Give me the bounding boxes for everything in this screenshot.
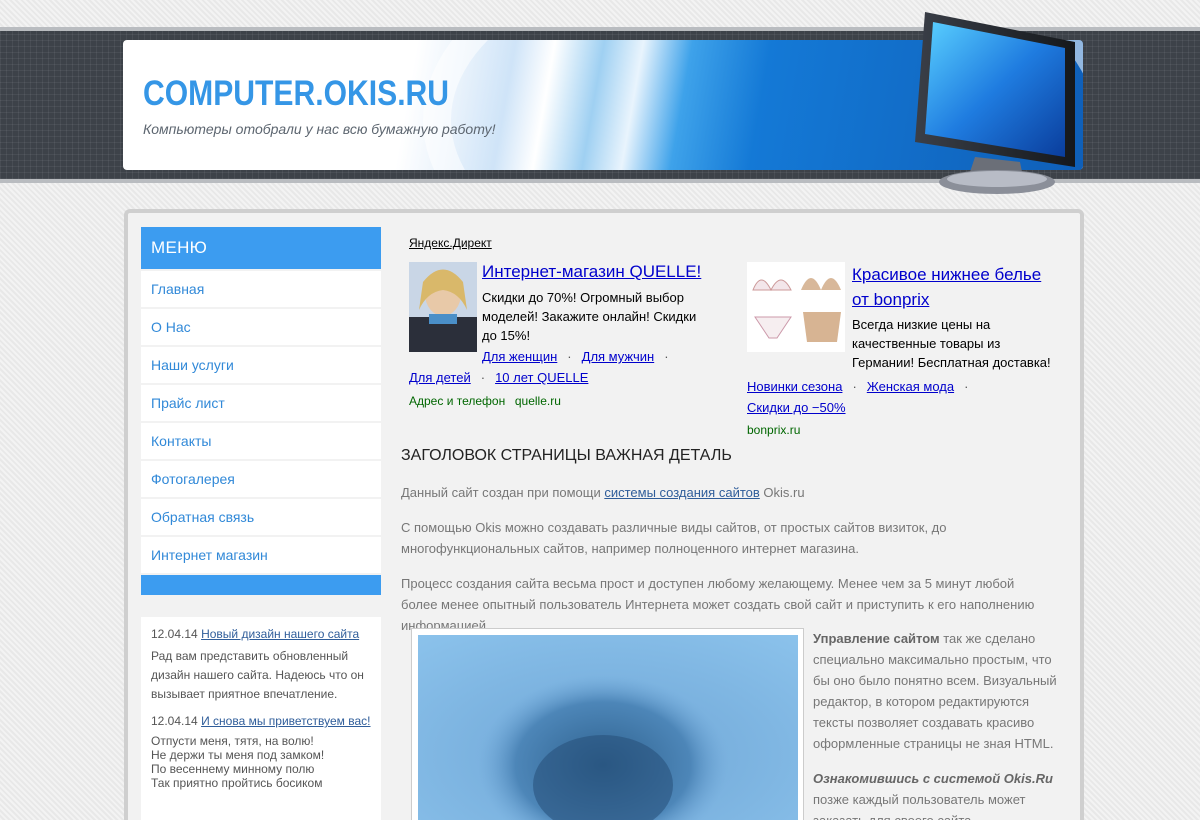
menu-item-gallery[interactable]: Фотогалерея: [141, 461, 381, 497]
news-item: 12.04.14 Новый дизайн нашего сайта Рад в…: [151, 627, 371, 704]
site-slogan: Компьютеры отобрали у нас всю бумажную р…: [143, 121, 496, 137]
menu-item-feedback[interactable]: Обратная связь: [141, 499, 381, 535]
ad-bonprix-link-new[interactable]: Новинки сезона: [747, 379, 842, 394]
poem-line: По весеннему минному полю: [151, 762, 315, 776]
ad-bonprix-title[interactable]: Красивое нижнее белье от bonprix: [852, 262, 1057, 312]
site-title[interactable]: COMPUTER.OKIS.RU: [143, 74, 449, 114]
ad-bonprix-link-women[interactable]: Женская мода: [867, 379, 954, 394]
ad-quelle-link-men[interactable]: Для мужчин: [582, 349, 655, 364]
separator-dot: ·: [964, 379, 969, 394]
menu-item-about[interactable]: О Нас: [141, 309, 381, 345]
ad-quelle-link-10years[interactable]: 10 лет QUELLE: [495, 370, 588, 385]
ad-bonprix-text: Всегда низкие цены на качественные товар…: [852, 317, 1051, 370]
menu-item-price-list[interactable]: Прайс лист: [141, 385, 381, 421]
content-paragraph: Процесс создания сайта весьма прост и до…: [401, 576, 1035, 633]
side-text: Управление сайтом так же сделано специал…: [813, 628, 1058, 820]
ad-quelle-address-link[interactable]: Адрес и телефон: [409, 394, 505, 408]
news-text: Рад вам представить обновленный дизайн н…: [151, 649, 364, 701]
ad-bonprix-image[interactable]: [747, 262, 845, 352]
separator-dot: ·: [664, 349, 669, 364]
ad-quelle-link-kids[interactable]: Для детей: [409, 370, 471, 385]
ad-quelle-image[interactable]: [409, 262, 477, 352]
ad-quelle-title[interactable]: Интернет-магазин QUELLE!: [482, 262, 709, 282]
side-bold: Управление сайтом: [813, 631, 940, 646]
side-paragraph: Управление сайтом так же сделано специал…: [813, 628, 1058, 754]
menu-heading: МЕНЮ: [141, 227, 381, 269]
news-item: 12.04.14 И снова мы приветствуем вас! От…: [151, 714, 371, 790]
ad-quelle-link-women[interactable]: Для женщин: [482, 349, 557, 364]
menu-item-home[interactable]: Главная: [141, 271, 381, 307]
content-paragraph: Данный сайт создан при помощи системы со…: [401, 482, 1051, 503]
poem-line: Отпусти меня, тятя, на волю!: [151, 734, 314, 748]
paragraph-text: Okis.ru: [759, 485, 805, 500]
separator-dot: ·: [480, 370, 486, 385]
poem-line: Так приятно пройтись босиком: [151, 776, 323, 790]
okis-link[interactable]: системы создания сайтов: [604, 485, 759, 500]
side-text-body: так же сделано специально максимально пр…: [813, 631, 1057, 751]
frozen-tree-photo: [418, 635, 798, 820]
news-date: 12.04.14: [151, 627, 198, 641]
menu-item-shop[interactable]: Интернет магазин: [141, 537, 381, 573]
ad-quelle-domain[interactable]: quelle.ru: [515, 394, 561, 408]
page-title: ЗАГОЛОВОК СТРАНИЦЫ ВАЖНАЯ ДЕТАЛЬ: [401, 447, 732, 464]
paragraph-text: Данный сайт создан при помощи: [401, 485, 605, 500]
poem-line: Не держи ты меня под замком!: [151, 748, 325, 762]
side-text-body: позже каждый пользователь может заказать…: [813, 792, 1026, 820]
yandex-direct-label[interactable]: Яндекс.Директ: [409, 236, 492, 250]
side-italic: Ознакомившись с системой Okis.Ru: [813, 771, 1053, 786]
sidebar-menu: МЕНЮ Главная О Нас Наши услуги Прайс лис…: [141, 227, 381, 595]
ad-quelle: Интернет-магазин QUELLE! Скидки до 70%! …: [409, 262, 709, 408]
menu-footer: [141, 575, 381, 595]
news-title-link[interactable]: И снова мы приветствуем вас!: [201, 714, 370, 728]
menu-item-contacts[interactable]: Контакты: [141, 423, 381, 459]
monitor-icon: [915, 12, 1075, 194]
photo-frame: [411, 628, 804, 820]
ad-bonprix-domain[interactable]: bonprix.ru: [747, 423, 800, 437]
ad-quelle-text: Скидки до 70%! Огромный выбор моделей! З…: [482, 290, 697, 343]
separator-dot: ·: [567, 349, 572, 364]
menu-item-services[interactable]: Наши услуги: [141, 347, 381, 383]
news-date: 12.04.14: [151, 714, 198, 728]
news-title-link[interactable]: Новый дизайн нашего сайта: [201, 627, 359, 641]
separator-dot: ·: [852, 379, 857, 394]
ad-bonprix-link-sale[interactable]: Скидки до −50%: [747, 400, 846, 415]
side-paragraph: Ознакомившись с системой Okis.Ru позже к…: [813, 768, 1058, 820]
news-block: 12.04.14 Новый дизайн нашего сайта Рад в…: [141, 617, 381, 820]
content-paragraph: С помощью Okis можно создавать различные…: [401, 520, 947, 556]
ad-bonprix: Красивое нижнее белье от bonprix Всегда …: [747, 262, 1057, 437]
